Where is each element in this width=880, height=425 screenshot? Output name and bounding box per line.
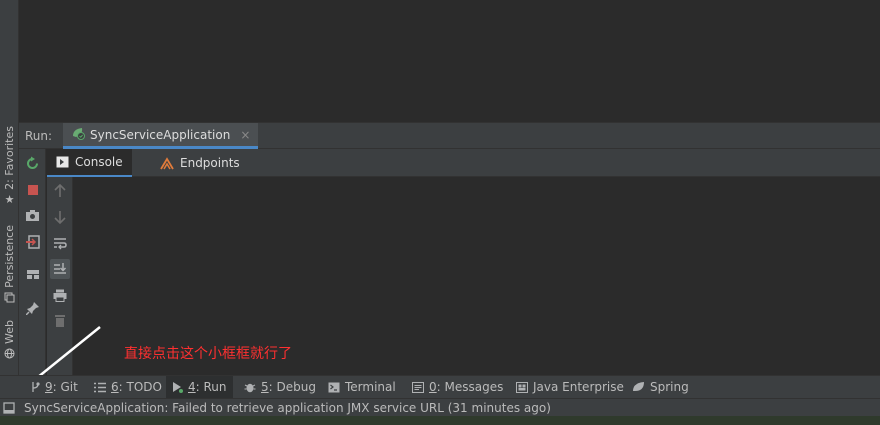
run-icon [173,382,183,393]
spring-icon [633,382,644,391]
trash-icon [55,315,65,327]
git-tab[interactable]: 9: Git [24,376,84,398]
editor-area[interactable] [19,0,880,122]
endpoints-icon [160,156,174,169]
arrow-up-icon [54,184,66,197]
java-enterprise-tab-label: Java Enterprise [533,380,624,394]
todo-tab-label: 6: TODO [111,380,162,394]
todo-icon [94,382,106,392]
status-message[interactable]: SyncServiceApplication: Failed to retrie… [24,401,551,415]
bottom-tool-stripe: 9: Git 6: TODO 4: Run 5: Debug Terminal … [0,375,880,398]
desktop-strip [0,416,880,425]
git-icon [32,382,40,392]
persistence-icon [4,292,16,304]
camera-icon [26,210,39,221]
run-tab-label: 4: Run [188,380,227,394]
scroll-to-end-button[interactable] [50,259,70,279]
debug-tab[interactable]: 5: Debug [238,376,322,398]
exit-icon [25,234,40,249]
scroll-up-button[interactable] [50,181,70,201]
tab-console[interactable]: Console [47,149,132,177]
soft-wrap-button[interactable] [50,233,70,253]
exit-button[interactable] [24,233,41,250]
left-tool-stripe: 2: Favorites ★ Persistence Web [0,0,19,375]
run-toolbar [19,149,46,375]
persistence-tab[interactable]: Persistence [0,225,19,304]
console-icon [56,156,69,168]
messages-tab[interactable]: 0: Messages [406,376,509,398]
console-toolbar [47,177,73,375]
tab-endpoints-label: Endpoints [180,156,240,170]
run-label: Run: [25,129,53,143]
annotation-text: 直接点击这个小框框就行了 [124,346,292,362]
dump-threads-button[interactable] [24,207,41,224]
spring-tab[interactable]: Spring [626,376,695,398]
scroll-to-end-icon [54,263,67,274]
soft-wrap-icon [54,237,67,249]
java-enterprise-tab[interactable]: Java Enterprise [510,376,630,398]
terminal-icon [328,382,340,392]
web-label: Web [3,320,16,344]
tab-console-label: Console [75,155,123,169]
spring-tab-label: Spring [650,380,689,394]
todo-tab[interactable]: 6: TODO [88,376,168,398]
web-tab[interactable]: Web [0,320,19,360]
globe-icon [4,348,16,360]
messages-tab-label: 0: Messages [429,380,504,394]
git-tab-label: 9: Git [45,380,78,394]
debug-tab-label: 5: Debug [261,380,316,394]
run-tab[interactable]: 4: Run [166,376,233,398]
tab-endpoints[interactable]: Endpoints [151,149,249,177]
run-tab-label: SyncServiceApplication [90,127,231,142]
clear-all-button[interactable] [50,311,70,331]
favorites-tab[interactable]: 2: Favorites ★ [0,126,19,206]
layout-icon [26,269,39,279]
pin-icon [25,301,39,315]
console-tabs: Console Endpoints [47,149,880,177]
stop-button[interactable] [24,181,41,198]
rerun-icon [27,156,38,169]
terminal-tab[interactable]: Terminal [322,376,402,398]
scroll-down-button[interactable] [50,207,70,227]
print-button[interactable] [50,285,70,305]
run-config-tab[interactable]: SyncServiceApplication × [63,123,259,149]
terminal-tab-label: Terminal [345,380,396,394]
arrow-down-icon [54,211,66,224]
run-header: Run: SyncServiceApplication × [19,122,880,149]
java-enterprise-icon [516,381,528,393]
debug-icon [244,383,256,393]
stop-icon [27,184,38,195]
persistence-label: Persistence [3,225,16,288]
restore-layout-button[interactable] [24,265,41,282]
print-icon [53,289,67,302]
rerun-button[interactable] [24,155,41,172]
run-tool-window: Run: SyncServiceApplication × Console En… [19,122,880,375]
messages-icon [412,381,424,393]
toggle-tool-windows-icon[interactable] [3,402,15,414]
status-bar: SyncServiceApplication: Failed to retrie… [0,398,880,416]
star-icon: ★ [4,193,15,207]
spring-boot-icon [71,126,85,143]
close-icon[interactable]: × [240,128,250,142]
pin-tab-button[interactable] [24,299,41,316]
favorites-label: 2: Favorites [3,126,16,190]
